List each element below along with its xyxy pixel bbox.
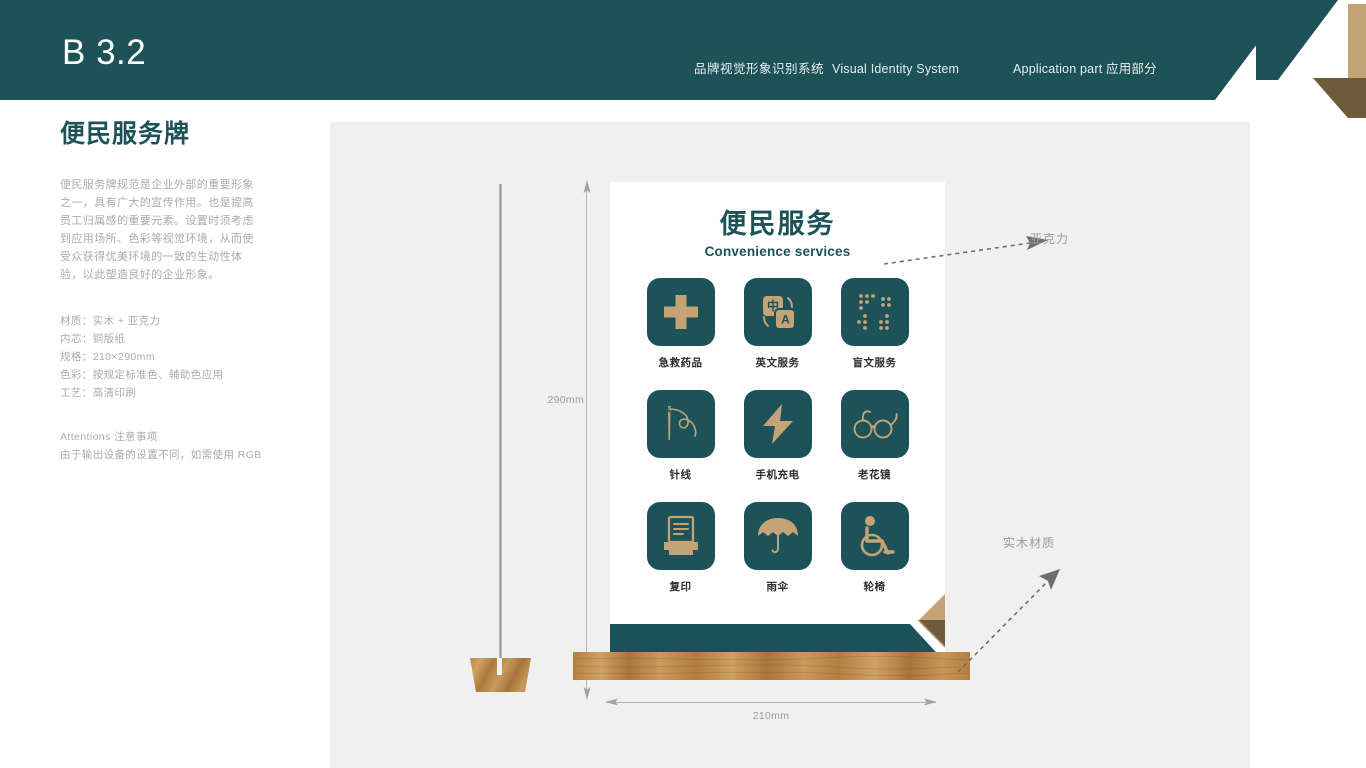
page-title: 便民服务牌 <box>60 120 191 148</box>
service-label: 手机充电 <box>755 469 800 481</box>
printer-icon <box>663 515 698 555</box>
spec-item: 规格：210×290mm <box>60 351 155 363</box>
service-item[interactable]: 轮椅 <box>826 502 923 594</box>
lightning-bolt-icon <box>762 404 793 444</box>
umbrella-icon <box>757 518 798 554</box>
stand-pole <box>499 184 502 664</box>
page-header: B 3.2 品牌视觉形象识别系统 Visual Identity System A… <box>0 0 1366 122</box>
callout-acrylic-label: 亚克力 <box>1030 232 1070 246</box>
svg-text:A: A <box>781 313 790 327</box>
service-tile[interactable] <box>646 278 715 346</box>
service-tile[interactable] <box>840 502 909 570</box>
service-tile[interactable] <box>646 390 715 458</box>
attentions-text: 由于输出设备的设置不同，如需使用 RGB <box>60 449 262 461</box>
service-tile[interactable] <box>743 502 812 570</box>
spec-item: 内芯：铜版纸 <box>60 333 126 345</box>
dimension-height-line <box>586 182 587 698</box>
service-label: 英文服务 <box>755 357 800 369</box>
board-title: 便民服务 <box>719 209 836 239</box>
service-tile[interactable] <box>646 502 715 570</box>
header-system-cn: 品牌视觉形象识别系统 <box>694 62 825 76</box>
corner-chevron-mark <box>1256 0 1366 122</box>
dimension-height-label: 290mm <box>547 394 584 406</box>
header-system-en: Visual Identity System <box>832 62 960 76</box>
service-label: 老花镜 <box>858 469 891 481</box>
service-item[interactable]: 急救药品 <box>632 278 729 370</box>
first-aid-cross-icon <box>663 295 698 329</box>
callout-wood-label: 实木材质 <box>1003 536 1056 550</box>
service-item[interactable]: 复印 <box>632 502 729 594</box>
eyeglasses-icon <box>853 410 898 439</box>
service-item[interactable]: 老花镜 <box>826 390 923 482</box>
service-label: 复印 <box>669 581 692 593</box>
stand-pole-base <box>468 658 533 692</box>
attentions-block: Attentions 注意事项 由于输出设备的设置不同，如需使用 RGB <box>60 428 275 464</box>
header-part-label: Application part 应用部分 <box>1013 62 1157 76</box>
service-tile[interactable] <box>840 278 909 346</box>
service-board-card: 便民服务 Convenience services 急救药品 中 A 英文服务 … <box>610 182 945 662</box>
service-item[interactable]: 雨伞 <box>729 502 826 594</box>
spec-item: 工艺：高清印刷 <box>60 387 137 399</box>
spec-item: 材质：实木 + 亚克力 <box>60 315 161 327</box>
wheelchair-icon <box>860 516 895 557</box>
dimension-height-arrow-top <box>583 180 591 193</box>
svg-text:中: 中 <box>766 298 778 313</box>
service-item[interactable]: 盲文服务 <box>826 278 923 370</box>
dimension-width-label: 210mm <box>752 710 790 722</box>
dimension-height-arrow-bottom <box>583 687 591 700</box>
service-tile[interactable] <box>840 390 909 458</box>
translate-icon: 中 A <box>762 296 796 330</box>
service-item[interactable]: 针线 <box>632 390 729 482</box>
needle-thread-icon <box>667 406 697 440</box>
service-item[interactable]: 中 A 英文服务 <box>729 278 826 370</box>
board-corner-mark <box>899 594 945 648</box>
wood-base-plank <box>572 652 971 680</box>
service-tile[interactable]: 中 A <box>743 278 812 346</box>
service-label: 盲文服务 <box>852 357 897 369</box>
service-label: 雨伞 <box>766 581 789 593</box>
service-label: 急救药品 <box>658 357 703 369</box>
header-system-label: 品牌视觉形象识别系统 Visual Identity System <box>694 58 959 77</box>
spec-list: 材质：实木 + 亚克力 内芯：铜版纸 规格：210×290mm 色彩：按规定标准… <box>60 312 275 402</box>
service-label: 轮椅 <box>863 581 886 593</box>
page-code: B 3.2 <box>62 33 147 72</box>
attentions-title: Attentions 注意事项 <box>60 431 158 443</box>
dimension-width-line <box>606 702 936 703</box>
page-root: B 3.2 品牌视觉形象识别系统 Visual Identity System A… <box>0 0 1366 768</box>
sidebar-column: 便民服务牌 便民服务牌规范是企业外部的重要形象之一，具有广大的宣传作用。也是提高… <box>60 118 275 464</box>
dimension-width: 210mm <box>605 698 937 722</box>
service-label: 针线 <box>669 469 692 481</box>
mockup-stage: 290mm 便民服务 Convenience services 急救药品 中 A… <box>330 122 1250 768</box>
header-background <box>0 0 1290 100</box>
service-item[interactable]: 手机充电 <box>729 390 826 482</box>
dimension-height: 290mm <box>547 180 591 700</box>
service-tile[interactable] <box>743 390 812 458</box>
braille-icon <box>856 294 891 330</box>
service-icon-grid: 急救药品 中 A 英文服务 盲文服务 针线 手机充电 老花镜 复印 雨伞 轮椅 <box>632 278 923 594</box>
spec-item: 色彩：按规定标准色、辅助色应用 <box>60 369 224 381</box>
board-subtitle: Convenience services <box>704 244 851 259</box>
sidebar-description: 便民服务牌规范是企业外部的重要形象之一，具有广大的宣传作用。也是提高员工归属感的… <box>60 179 254 281</box>
